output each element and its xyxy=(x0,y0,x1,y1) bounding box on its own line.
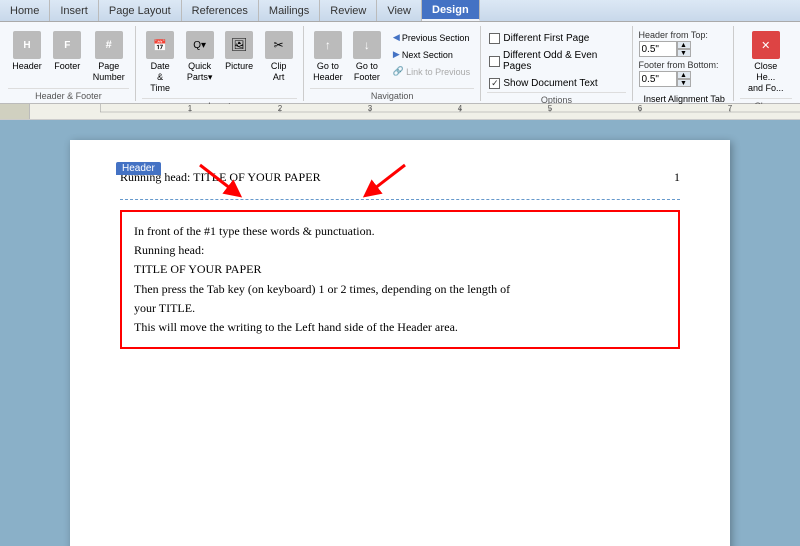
group-insert: 📅 Date& Time Q▾ QuickParts▾ 🖼 Picture ✂ … xyxy=(136,26,304,101)
page-number-text: 1 xyxy=(674,170,680,185)
tab-insert[interactable]: Insert xyxy=(50,0,99,21)
footer-from-bottom-spinner: Footer from Bottom: ▲ ▼ xyxy=(639,60,719,87)
picture-icon: 🖼 xyxy=(225,31,253,59)
document-area: Header Running head: TITLE OF YOUR PAPER… xyxy=(0,120,800,546)
picture-button[interactable]: 🖼 Picture xyxy=(221,28,258,74)
instruction-line-6: This will move the writing to the Left h… xyxy=(134,320,458,334)
header-top-down-button[interactable]: ▼ xyxy=(677,49,691,57)
different-odd-even-checkbox[interactable]: Different Odd & Even Pages xyxy=(487,49,625,73)
close-hf-icon: ✕ xyxy=(752,31,780,59)
group-navigation: ↑ Go toHeader ↓ Go toFooter ◀ Previous S… xyxy=(304,26,481,101)
clip-art-button[interactable]: ✂ ClipArt xyxy=(260,28,297,86)
close-header-footer-button[interactable]: ✕ Close He...and Fo... xyxy=(740,28,793,96)
svg-text:4: 4 xyxy=(458,104,463,113)
ruler-scale: 1 2 3 4 5 6 7 xyxy=(100,104,800,119)
instruction-line-2: Running head: xyxy=(134,243,204,257)
go-to-footer-button[interactable]: ↓ Go toFooter xyxy=(349,28,385,86)
header-icon: H xyxy=(13,31,41,59)
date-time-button[interactable]: 📅 Date& Time xyxy=(142,28,179,96)
header-section-label: Header xyxy=(116,162,161,175)
footer-bottom-up-button[interactable]: ▲ xyxy=(677,71,691,79)
instruction-line-1: In front of the #1 type these words & pu… xyxy=(134,224,375,238)
instruction-line-5: your TITLE. xyxy=(134,301,195,315)
different-first-page-check-icon xyxy=(489,33,500,44)
tab-references[interactable]: References xyxy=(182,0,259,21)
show-document-text-check-icon xyxy=(489,78,500,89)
header-top-arrows: ▲ ▼ xyxy=(677,41,691,57)
header-top-up-button[interactable]: ▲ xyxy=(677,41,691,49)
instruction-line-4: Then press the Tab key (on keyboard) 1 o… xyxy=(134,282,510,296)
document-page: Header Running head: TITLE OF YOUR PAPER… xyxy=(70,140,730,546)
go-to-header-icon: ↑ xyxy=(314,31,342,59)
horizontal-ruler: 1 2 3 4 5 6 7 xyxy=(0,104,800,120)
page-number-button[interactable]: # PageNumber xyxy=(89,28,129,86)
group-close: ✕ Close He...and Fo... Close xyxy=(734,26,799,101)
previous-section-button[interactable]: ◀ Previous Section xyxy=(388,30,475,45)
svg-text:3: 3 xyxy=(368,104,373,113)
footer-icon: F xyxy=(53,31,81,59)
header-from-top-spinner: Header from Top: ▲ ▼ xyxy=(639,30,708,57)
instruction-box: In front of the #1 type these words & pu… xyxy=(120,210,680,349)
tab-home[interactable]: Home xyxy=(0,0,50,21)
hf-group-label: Header & Footer xyxy=(8,88,129,101)
show-document-text-checkbox[interactable]: Show Document Text xyxy=(487,77,599,90)
navigation-group-label: Navigation xyxy=(310,88,474,101)
link-to-previous-button[interactable]: 🔗 Link to Previous xyxy=(388,64,475,79)
group-options: Different First Page Different Odd & Eve… xyxy=(481,26,632,101)
page-wrapper: Header Running head: TITLE OF YOUR PAPER… xyxy=(70,140,730,526)
group-position: Header from Top: ▲ ▼ Footer from Bottom: xyxy=(633,26,734,101)
tab-design[interactable]: Design xyxy=(422,0,480,21)
next-section-button[interactable]: ▶ Next Section xyxy=(388,47,475,62)
footer-bottom-down-button[interactable]: ▼ xyxy=(677,79,691,87)
quick-parts-button[interactable]: Q▾ QuickParts▾ xyxy=(181,28,218,86)
group-header-footer: H Header F Footer # PageNumber Header & … xyxy=(2,26,136,101)
tab-page-layout[interactable]: Page Layout xyxy=(99,0,182,21)
svg-text:5: 5 xyxy=(548,104,553,113)
header-button[interactable]: H Header xyxy=(8,28,46,74)
ribbon-tabs: Home Insert Page Layout References Maili… xyxy=(0,0,800,22)
different-first-page-checkbox[interactable]: Different First Page xyxy=(487,32,591,45)
different-odd-even-check-icon xyxy=(489,56,500,67)
svg-text:7: 7 xyxy=(728,104,733,113)
tab-mailings[interactable]: Mailings xyxy=(259,0,320,21)
clip-art-icon: ✂ xyxy=(265,31,293,59)
instruction-line-3: TITLE OF YOUR PAPER xyxy=(134,262,261,276)
quick-parts-icon: Q▾ xyxy=(186,31,214,59)
svg-text:1: 1 xyxy=(188,104,193,113)
header-from-top-input[interactable] xyxy=(639,41,677,57)
page-header-area: Header Running head: TITLE OF YOUR PAPER… xyxy=(120,170,680,200)
go-to-header-button[interactable]: ↑ Go toHeader xyxy=(310,28,346,86)
tab-review[interactable]: Review xyxy=(320,0,377,21)
footer-from-bottom-input[interactable] xyxy=(639,71,677,87)
date-time-icon: 📅 xyxy=(146,31,174,59)
svg-text:6: 6 xyxy=(638,104,643,113)
footer-bottom-arrows: ▲ ▼ xyxy=(677,71,691,87)
footer-button[interactable]: F Footer xyxy=(49,28,86,74)
tab-view[interactable]: View xyxy=(377,0,422,21)
svg-text:2: 2 xyxy=(278,104,283,113)
go-to-footer-icon: ↓ xyxy=(353,31,381,59)
ribbon-content: H Header F Footer # PageNumber Header & … xyxy=(0,22,800,104)
page-number-icon: # xyxy=(95,31,123,59)
